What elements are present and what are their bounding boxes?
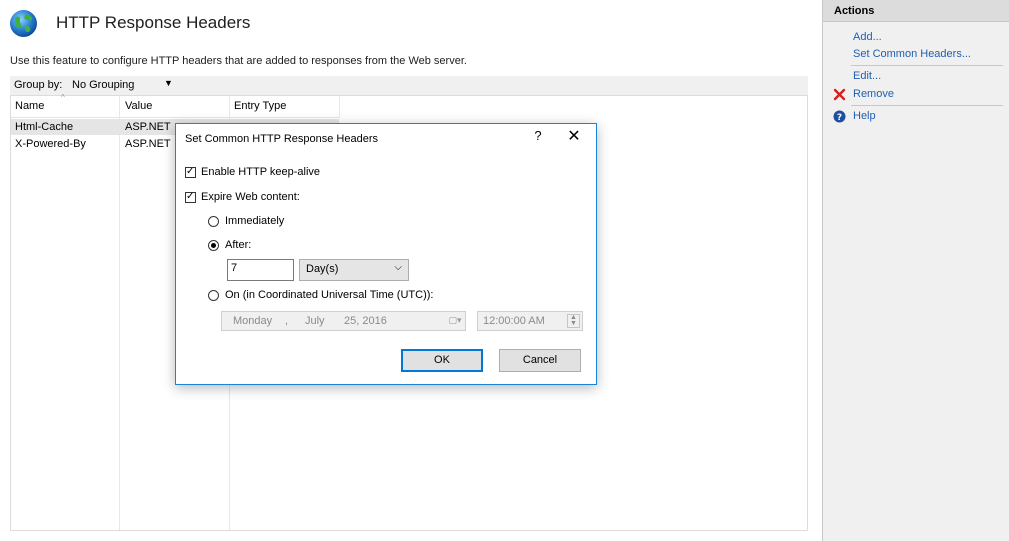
actions-pane: Actions Add... Set Common Headers... Edi… — [822, 0, 1009, 541]
edit-action-link[interactable]: Edit... — [853, 70, 881, 82]
keep-alive-checkbox[interactable]: ✓ — [185, 166, 196, 178]
group-by-select[interactable]: No Grouping — [72, 79, 134, 91]
actions-title: Actions — [834, 5, 875, 17]
remove-icon[interactable] — [833, 88, 846, 101]
chevron-down-icon: ⌵ — [394, 262, 402, 273]
time-value: 12:00:00 AM — [483, 315, 545, 327]
date-picker[interactable]: Monday , July 25, 2016 ▢▾ — [221, 311, 466, 331]
date-weekday: Monday — [233, 315, 273, 327]
calendar-dropdown-icon[interactable]: ▢▾ — [446, 315, 464, 328]
list-header: ^ Name Value Entry Type — [11, 93, 339, 118]
column-header-value[interactable]: Value — [125, 100, 152, 112]
row-name: Html-Cache — [15, 121, 74, 133]
radio-selected-dot — [211, 243, 216, 248]
action-separator — [851, 105, 1003, 106]
column-divider — [339, 96, 340, 118]
help-button[interactable]: ? — [532, 128, 544, 144]
svg-text:?: ? — [837, 113, 842, 123]
after-unit-value: Day(s) — [306, 263, 339, 275]
action-separator — [851, 65, 1003, 66]
remove-action-link[interactable]: Remove — [853, 88, 894, 100]
row-name: X-Powered-By — [15, 138, 86, 150]
column-header-entry-type[interactable]: Entry Type — [234, 100, 286, 112]
after-label: After: — [225, 239, 252, 251]
add-action-link[interactable]: Add... — [853, 31, 882, 43]
checkmark-icon: ✓ — [186, 166, 195, 177]
time-picker[interactable]: 12:00:00 AM ▲ ▼ — [477, 311, 583, 331]
date-day-year: 25, 2016 — [344, 315, 387, 327]
keep-alive-label: Enable HTTP keep-alive — [201, 166, 321, 178]
globe-icon — [10, 10, 37, 37]
help-action-link[interactable]: Help — [853, 110, 876, 122]
column-divider — [119, 96, 120, 530]
after-radio[interactable] — [208, 240, 219, 251]
checkmark-icon: ✓ — [186, 191, 195, 202]
expire-content-checkbox[interactable]: ✓ — [185, 191, 196, 203]
row-value: ASP.NET — [125, 121, 171, 133]
group-by-bar: Group by: No Grouping ▼ — [10, 76, 808, 96]
after-unit-select[interactable]: Day(s) ⌵ — [299, 259, 409, 281]
page-description: Use this feature to configure HTTP heade… — [10, 55, 467, 67]
dialog-title: Set Common HTTP Response Headers — [185, 133, 378, 145]
immediately-radio[interactable] — [208, 216, 219, 227]
actions-header: Actions — [823, 0, 1009, 22]
on-date-label: On (in Coordinated Universal Time (UTC))… — [225, 289, 434, 301]
cancel-button[interactable]: Cancel — [499, 349, 581, 372]
date-separator: , — [285, 315, 289, 327]
expire-content-label: Expire Web content: — [201, 191, 300, 203]
after-amount-input[interactable]: 7 — [227, 259, 294, 281]
spinner-icon[interactable]: ▲ ▼ — [567, 314, 580, 328]
set-common-headers-link[interactable]: Set Common Headers... — [853, 48, 971, 60]
immediately-label: Immediately — [225, 215, 285, 227]
sort-ascending-icon: ^ — [61, 93, 65, 102]
row-value: ASP.NET — [125, 138, 171, 150]
set-common-headers-dialog: Set Common HTTP Response Headers ? ✕ ✓ E… — [175, 123, 597, 385]
group-by-label: Group by: — [14, 79, 63, 91]
column-header-name[interactable]: Name — [15, 100, 44, 112]
chevron-down-icon[interactable]: ▼ — [164, 78, 173, 88]
ok-button[interactable]: OK — [401, 349, 483, 372]
page-title: HTTP Response Headers — [56, 13, 251, 32]
on-date-radio[interactable] — [208, 290, 219, 301]
help-icon[interactable]: ? — [833, 110, 846, 123]
date-month: July — [305, 315, 325, 327]
close-button[interactable]: ✕ — [566, 126, 582, 145]
